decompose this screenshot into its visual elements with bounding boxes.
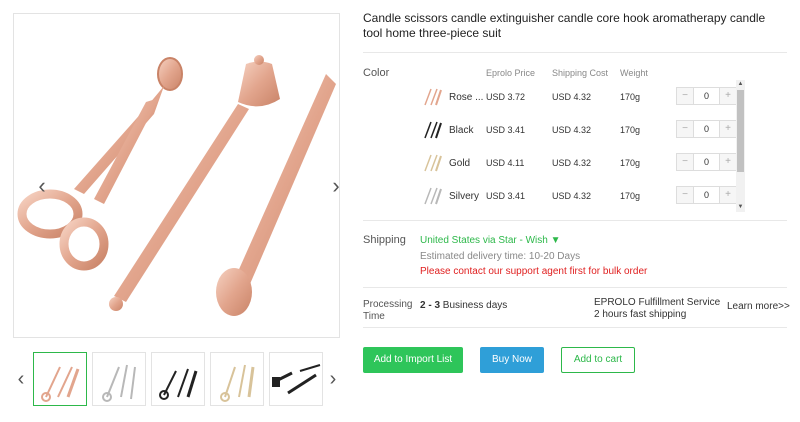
variant-rose-gold-image: [424, 88, 442, 106]
decrement-button[interactable]: −: [677, 88, 693, 104]
thumb-prev-arrow[interactable]: ‹: [15, 368, 27, 391]
learn-more-link[interactable]: Learn more>>: [727, 301, 790, 312]
variant-black-image: [424, 121, 442, 139]
thumbnail-silvery[interactable]: [92, 352, 146, 406]
increment-button[interactable]: +: [720, 121, 736, 137]
thumbnail-rose-gold[interactable]: [33, 352, 87, 406]
decrement-button[interactable]: −: [677, 187, 693, 203]
variant-shipping: USD 4.32: [552, 158, 592, 168]
variant-price: USD 4.11: [486, 158, 525, 168]
service-subtitle: 2 hours fast shipping: [594, 309, 687, 320]
quantity-input[interactable]: 0: [693, 121, 720, 137]
variant-silvery-image: [424, 187, 442, 205]
increment-button[interactable]: +: [720, 187, 736, 203]
variant-name: Black: [449, 125, 474, 136]
quantity-input[interactable]: 0: [693, 88, 720, 104]
thumb-next-arrow[interactable]: ›: [327, 368, 339, 391]
variant-price: USD 3.41: [486, 125, 526, 135]
color-label: Color: [363, 67, 390, 79]
prev-image-arrow[interactable]: ‹: [34, 174, 50, 198]
increment-button[interactable]: +: [720, 88, 736, 104]
thumbnail-black[interactable]: [151, 352, 205, 406]
processing-unit: Business days: [442, 300, 508, 311]
variant-price: USD 3.72: [486, 92, 526, 102]
quantity-input[interactable]: 0: [693, 187, 720, 203]
variant-scrollbar[interactable]: ▲ ▼: [736, 80, 745, 212]
header-shipping: Shipping Cost: [552, 68, 609, 78]
processing-time-label: Processing Time: [363, 299, 413, 322]
variant-name: Silvery: [449, 191, 480, 202]
buy-now-button[interactable]: Buy Now: [480, 347, 544, 373]
variant-name: Gold: [449, 158, 471, 169]
shipping-label: Shipping: [363, 234, 406, 246]
processing-range: 2 - 3: [420, 300, 441, 311]
divider: [363, 327, 787, 328]
variant-weight: 170g: [620, 125, 641, 135]
product-title: Candle scissors candle extinguisher cand…: [363, 11, 766, 40]
quantity-input[interactable]: 0: [693, 154, 720, 170]
variant-price: USD 3.41: [486, 191, 526, 201]
header-weight: Weight: [620, 68, 648, 78]
add-to-cart-button[interactable]: Add to cart: [561, 347, 635, 373]
add-to-import-list-button[interactable]: Add to Import List: [363, 347, 463, 373]
variant-shipping: USD 4.32: [552, 92, 592, 102]
thumbnail-black-set[interactable]: [269, 352, 323, 406]
variant-name: Rose ...: [449, 92, 484, 103]
divider: [363, 52, 787, 53]
variant-weight: 170g: [620, 92, 641, 102]
service-title: EPROLO Fulfillment Service: [594, 297, 721, 308]
variant-shipping: USD 4.32: [552, 191, 592, 201]
variant-row[interactable]: Silvery USD 3.41 USD 4.32 170g − 0 +: [420, 182, 745, 212]
quantity-stepper: − 0 +: [676, 120, 737, 138]
variant-row[interactable]: Black USD 3.41 USD 4.32 170g − 0 +: [420, 116, 745, 146]
delivery-time: Estimated delivery time: 10-20 Days: [420, 251, 581, 262]
next-image-arrow[interactable]: ›: [328, 174, 339, 198]
variant-weight: 170g: [620, 158, 641, 168]
thumbnail-strip: ‹ ›: [13, 352, 343, 408]
increment-button[interactable]: +: [720, 154, 736, 170]
scroll-down-arrow-icon[interactable]: ▼: [736, 203, 745, 212]
variant-row[interactable]: Rose ... USD 3.72 USD 4.32 170g − 0 +: [420, 83, 745, 113]
variant-weight: 170g: [620, 191, 641, 201]
header-price: Eprolo Price: [486, 68, 536, 78]
quantity-stepper: − 0 +: [676, 87, 737, 105]
candle-tools-illustration: [17, 55, 336, 316]
processing-time-value: 2 - 3 Business days: [420, 300, 507, 311]
quantity-stepper: − 0 +: [676, 153, 737, 171]
quantity-stepper: − 0 +: [676, 186, 737, 204]
divider: [363, 220, 787, 221]
variant-gold-image: [424, 154, 442, 172]
main-product-image: ‹ ›: [13, 13, 340, 338]
shipping-method-dropdown[interactable]: United States via Star - Wish ▼: [420, 235, 561, 246]
thumbnail-gold[interactable]: [210, 352, 264, 406]
decrement-button[interactable]: −: [677, 121, 693, 137]
scroll-up-arrow-icon[interactable]: ▲: [736, 80, 745, 89]
fulfillment-service: EPROLO Fulfillment Service 2 hours fast …: [594, 297, 720, 321]
decrement-button[interactable]: −: [677, 154, 693, 170]
scrollbar-thumb[interactable]: [737, 90, 744, 172]
variant-shipping: USD 4.32: [552, 125, 592, 135]
variant-row[interactable]: Gold USD 4.11 USD 4.32 170g − 0 +: [420, 149, 745, 179]
divider: [363, 287, 787, 288]
bulk-order-notice: Please contact our support agent first f…: [420, 266, 648, 277]
